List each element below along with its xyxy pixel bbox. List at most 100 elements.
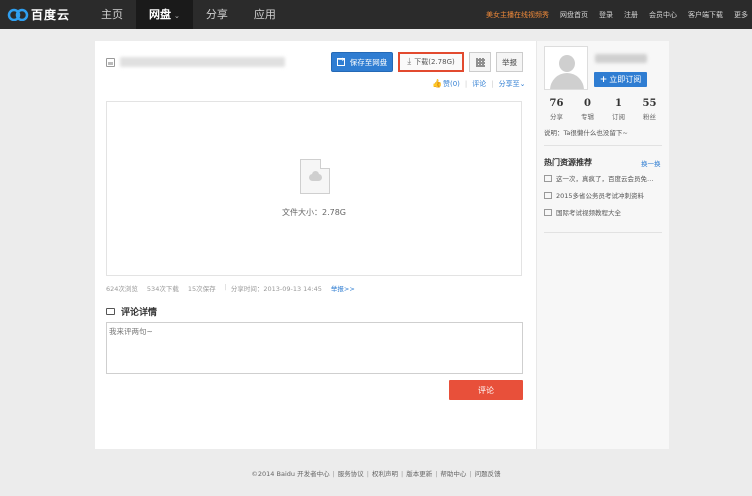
divider: |	[224, 283, 227, 291]
avatar-body	[550, 73, 584, 89]
footer-link-developer[interactable]: 开发者中心	[297, 470, 330, 478]
count-fans[interactable]: 55 粉丝	[635, 98, 665, 121]
top-navigation-bar: 百度云 主页 网盘 ⌄ 分享 应用 美女主播在线视频秀 网盘首页 登录 注册 会员…	[0, 0, 752, 29]
share-page-card: 保存至网盘 ⤓ 下载(2.78G) 举报 👍赞(0) | 评论 | 分享至⌄ 文…	[95, 41, 669, 449]
nav-item-apps[interactable]: 应用	[241, 0, 289, 29]
file-stats: 624次浏览 534次下载 15次保存 | 分享时间：2013-09-13 14…	[106, 283, 364, 293]
count-label: 订阅	[612, 113, 625, 121]
count-shares[interactable]: 76 分享	[542, 98, 572, 121]
view-count: 624次浏览	[106, 285, 138, 293]
file-icon	[544, 191, 552, 199]
share-time: 分享时间：2013-09-13 14:45	[230, 285, 322, 293]
nav-item-home[interactable]: 主页	[88, 0, 136, 29]
toplink-register[interactable]: 注册	[624, 10, 638, 20]
comment-link[interactable]: 评论	[472, 79, 486, 89]
save-button-label: 保存至网盘	[349, 57, 388, 67]
profile-intro: 说明：Ta很懒什么也没留下~	[544, 129, 628, 137]
footer-link-rights[interactable]: 权利声明	[372, 470, 398, 478]
top-links: 美女主播在线视频秀 网盘首页 登录 注册 会员中心 客户端下载 更多	[486, 0, 748, 29]
footer-link-feedback[interactable]: 问题反馈	[475, 470, 501, 478]
footer-link-terms[interactable]: 服务协议	[338, 470, 364, 478]
nav-item-label: 主页	[101, 8, 123, 21]
nav-item-netdisk[interactable]: 网盘 ⌄	[136, 0, 193, 29]
file-icon	[544, 208, 552, 216]
refresh-link[interactable]: 换一换	[641, 158, 661, 168]
toplink-more[interactable]: 更多	[734, 10, 748, 20]
hot-resource-item[interactable]: 国际考试视频教程大全	[544, 207, 664, 217]
count-number: 55	[642, 98, 657, 109]
save-to-netdisk-button[interactable]: 保存至网盘	[331, 52, 393, 72]
footer-link-updates[interactable]: 版本更新	[406, 470, 432, 478]
toplink-client-download[interactable]: 客户端下载	[688, 10, 723, 20]
chevron-down-icon: ⌄	[174, 12, 180, 20]
sharer-sidebar: + 立即订阅 76 分享 0 专辑 1 订阅 55 粉丝 说明：Ta很懒什么也没…	[536, 41, 669, 449]
brand-name: 百度云	[31, 7, 71, 22]
count-number: 76	[549, 98, 564, 109]
report-button-label: 举报	[502, 57, 517, 67]
main-content: 保存至网盘 ⤓ 下载(2.78G) 举报 👍赞(0) | 评论 | 分享至⌄ 文…	[95, 41, 536, 449]
chevron-down-icon: ⌄	[519, 80, 526, 88]
toplink-member-center[interactable]: 会员中心	[649, 10, 677, 20]
file-actions: 👍赞(0) | 评论 | 分享至⌄	[432, 79, 525, 89]
count-label: 分享	[550, 113, 563, 121]
download-button-label: 下载(2.78G)	[414, 58, 455, 66]
count-number: 0	[584, 98, 591, 109]
hot-resource-item[interactable]: 这一次，真疯了，百度云会员免…	[544, 173, 664, 183]
user-name-redacted[interactable]	[595, 54, 647, 63]
nav-item-share[interactable]: 分享	[193, 0, 241, 29]
page-footer: ©2014 Baidu 开发者中心 | 服务协议 | 权利声明 | 版本更新 | 帮助中心 | 问题…	[0, 468, 752, 478]
divider: |	[491, 80, 494, 88]
file-size-text: 文件大小：2.78G	[281, 208, 346, 217]
report-link[interactable]: 举报>>	[331, 283, 355, 293]
comment-input[interactable]	[106, 322, 523, 374]
hot-resource-label: 2015多省公务员考试冲刺资料	[556, 192, 645, 200]
file-preview-area: 文件大小：2.78G	[106, 101, 522, 276]
subscribe-button[interactable]: + 立即订阅	[594, 72, 647, 87]
divider: |	[332, 470, 335, 478]
download-button[interactable]: ⤓ 下载(2.78G)	[398, 52, 464, 72]
hot-resource-label: 这一次，真疯了，百度云会员免…	[556, 175, 654, 183]
footer-link-help[interactable]: 帮助中心	[440, 470, 466, 478]
file-name-redacted	[120, 57, 285, 67]
promo-link[interactable]: 美女主播在线视频秀	[486, 10, 549, 20]
profile-counts: 76 分享 0 专辑 1 订阅 55 粉丝	[537, 98, 669, 121]
count-albums[interactable]: 0 专辑	[573, 98, 603, 121]
like-label: 赞(0)	[442, 80, 460, 88]
submit-comment-label: 评论	[478, 385, 494, 395]
count-number: 1	[615, 98, 622, 109]
comments-title: 评论详情	[121, 308, 158, 318]
file-icon	[544, 174, 552, 182]
comments-heading: 评论详情	[106, 305, 157, 318]
divider: |	[366, 470, 369, 478]
divider: |	[469, 470, 472, 478]
main-nav: 主页 网盘 ⌄ 分享 应用	[88, 0, 289, 29]
submit-comment-button[interactable]: 评论	[449, 380, 523, 400]
count-label: 专辑	[581, 113, 594, 121]
avatar[interactable]	[544, 46, 588, 90]
toplink-netdisk-home[interactable]: 网盘首页	[560, 10, 588, 20]
hot-resource-label: 国际考试视频教程大全	[556, 209, 621, 217]
toplink-login[interactable]: 登录	[599, 10, 613, 20]
cloud-document-icon	[300, 159, 330, 194]
like-link[interactable]: 👍赞(0)	[432, 79, 460, 89]
nav-item-label: 网盘	[149, 8, 171, 21]
count-subscriptions[interactable]: 1 订阅	[604, 98, 634, 121]
report-button[interactable]: 举报	[496, 52, 523, 72]
thumbs-up-icon: 👍	[432, 79, 442, 88]
divider	[544, 145, 662, 146]
file-icon	[106, 58, 115, 67]
divider: |	[435, 470, 438, 478]
count-label: 粉丝	[643, 113, 656, 121]
save-count: 15次保存	[187, 285, 216, 293]
qrcode-button[interactable]	[469, 52, 491, 72]
hot-resource-item[interactable]: 2015多省公务员考试冲刺资料	[544, 190, 664, 200]
baidu-cloud-logo[interactable]: 百度云	[7, 6, 70, 22]
nav-item-label: 分享	[205, 8, 228, 21]
share-to-link[interactable]: 分享至⌄	[499, 79, 526, 89]
comment-bubble-icon	[106, 308, 115, 315]
share-to-label: 分享至	[498, 80, 520, 88]
divider: |	[400, 470, 404, 478]
copyright-text: ©2014 Baidu	[251, 470, 295, 478]
qrcode-icon	[475, 57, 485, 67]
save-icon	[336, 55, 345, 66]
